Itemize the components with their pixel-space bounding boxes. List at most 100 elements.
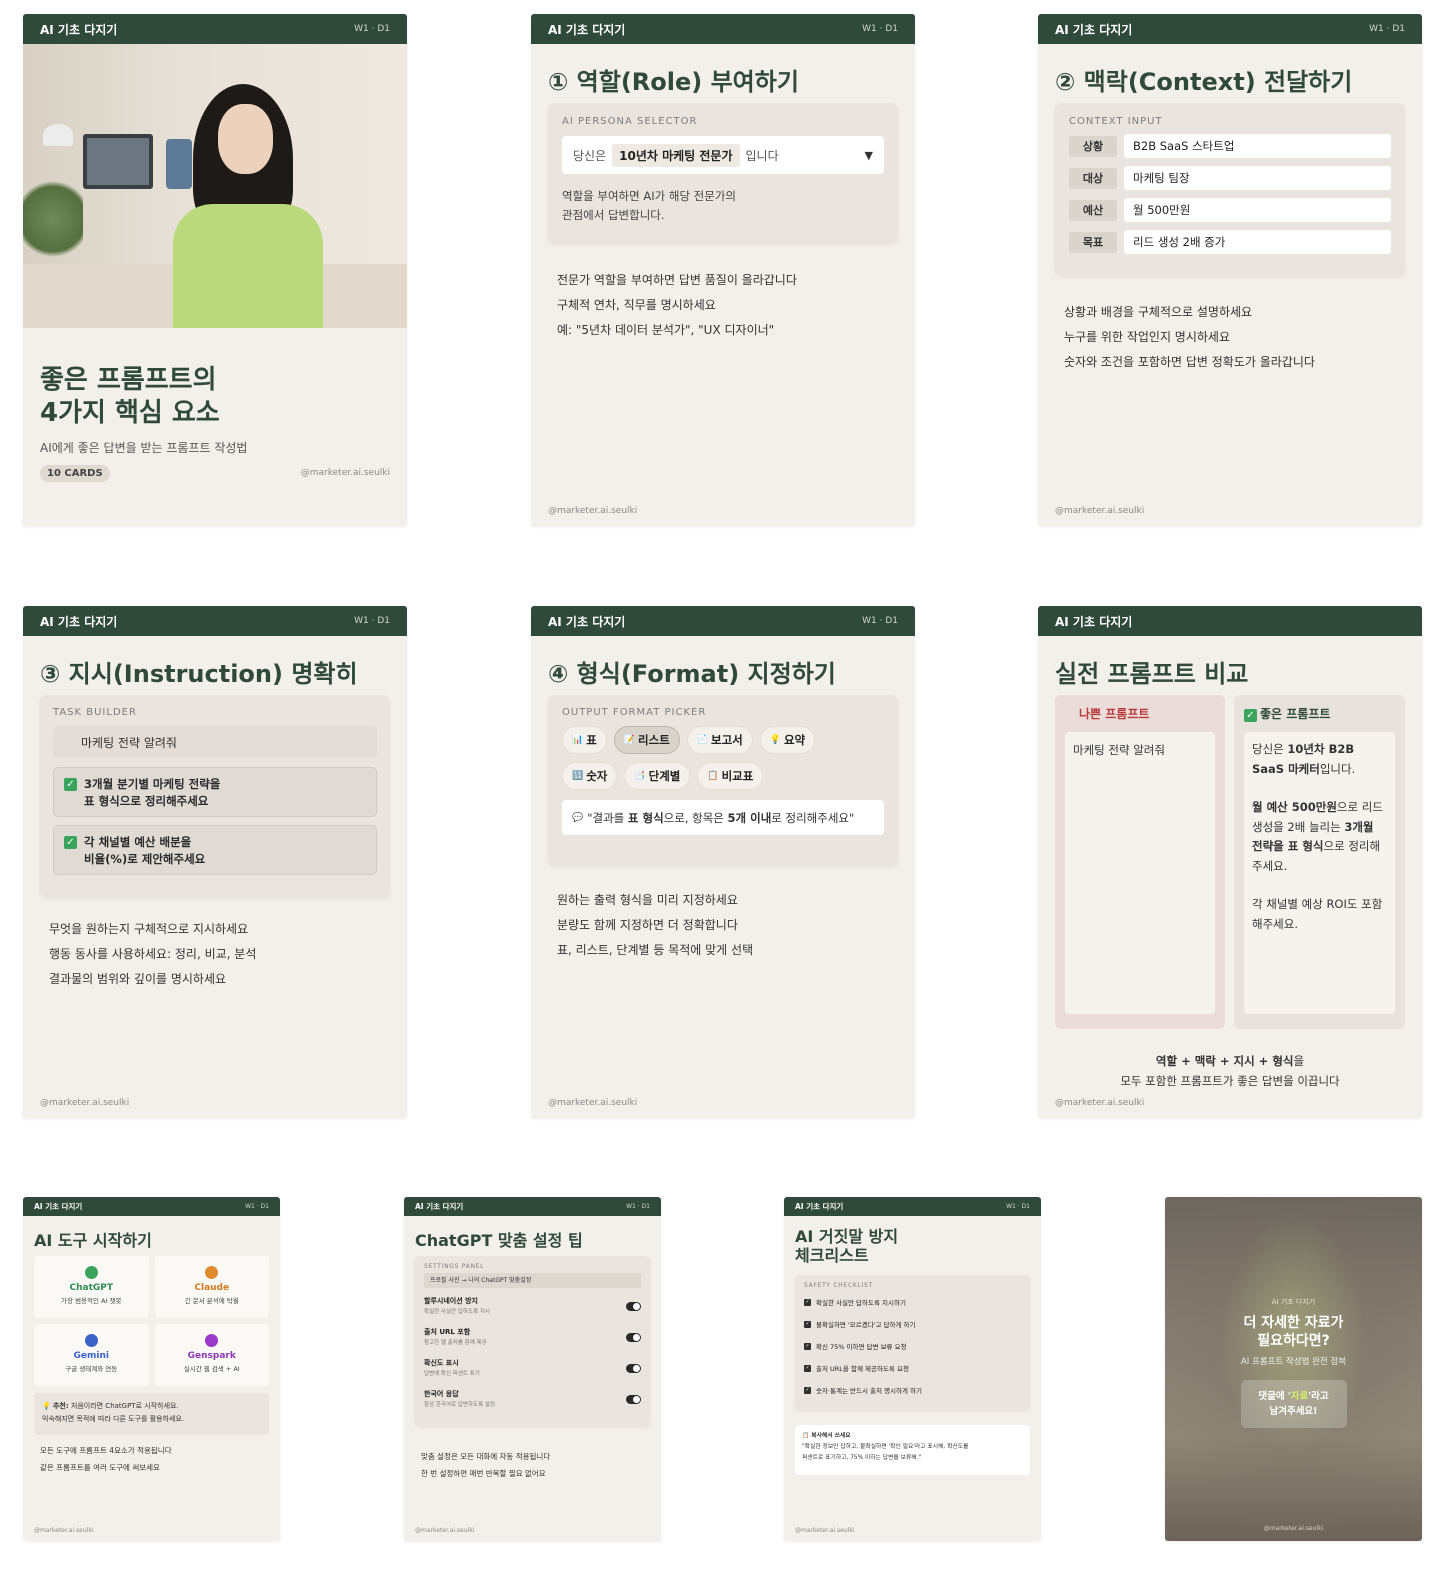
task-line: 비율(%)로 제안해주세요 xyxy=(84,852,206,866)
tips-list: 전문가 역할을 부여하면 답변 품질이 올라갑니다 구체적 연차, 직무를 명시… xyxy=(557,268,797,343)
check-item[interactable]: ✓ 숫자·통계는 반드시 출처 명시하게 하기 xyxy=(804,1379,1021,1401)
person-face xyxy=(218,104,273,174)
tool-icon xyxy=(205,1334,219,1347)
week-label: W1 · D1 xyxy=(1006,1203,1030,1210)
format-chip[interactable]: 📄 보고서 xyxy=(686,726,753,754)
settings-panel: SETTINGS PANEL 프로필 사진 → 나의 ChatGPT 맞춤설정 … xyxy=(415,1256,650,1426)
setting-desc: 참고한 웹 출처를 함께 제공 xyxy=(424,1340,487,1346)
tool-name: Genspark xyxy=(187,1351,236,1361)
copy-title: 📋 복사해서 쓰세요 xyxy=(802,1431,1023,1442)
tip: 같은 프롬프트를 여러 도구에 써보세요 xyxy=(40,1463,160,1472)
context-field-input[interactable]: 마케팅 팀장 xyxy=(1124,166,1391,190)
cover-subtitle: AI에게 좋은 답변을 받는 프롬프트 작성법 xyxy=(40,441,248,455)
checkbox-icon: ✓ xyxy=(804,1298,811,1306)
check-item[interactable]: ✓ 확실한 사실만 답하도록 지시하기 xyxy=(804,1291,1021,1313)
tool-card[interactable]: Gemini 구글 생태계와 연동 xyxy=(34,1324,149,1386)
speech-icon: 💬 xyxy=(572,812,584,823)
setting-name: 한국어 응답 xyxy=(424,1390,459,1398)
select-suffix: 입니다 xyxy=(745,148,779,163)
check-item[interactable]: ✓ 확신 75% 이하면 답변 보류 요청 xyxy=(804,1335,1021,1357)
copy-line[interactable]: "확실한 정보만 답하고, 불확실하면 '확인 필요'라고 표시해. 확신도를 xyxy=(802,1442,1023,1453)
context-input-panel: CONTEXT INPUT 상황 B2B SaaS 스타트업 대상 마케팅 팀장 예산 월… xyxy=(1055,103,1405,276)
panel-label: AI PERSONA SELECTOR xyxy=(562,116,698,127)
tool-name: Claude xyxy=(194,1283,230,1293)
context-field-input[interactable]: 리드 생성 2배 증가 xyxy=(1124,230,1391,254)
chip-icon: 🔢 xyxy=(572,771,584,781)
setting-name: 확신도 표시 xyxy=(424,1359,459,1367)
tip: 분량도 함께 지정하면 더 정확합니다 xyxy=(557,918,738,932)
task-item[interactable]: ✓ 3개월 분기별 마케팅 전략을 표 형식으로 정리해주세요 xyxy=(53,767,377,817)
plant xyxy=(23,174,83,264)
chip-icon: 📝 xyxy=(623,735,636,745)
task-item[interactable]: ✓ 각 채널별 예산 배분을 비율(%)로 제안해주세요 xyxy=(53,825,377,875)
compare-footer: 역할 + 맥락 + 지시 + 형식을 모두 포함한 프롬프트가 좋은 답변을 이… xyxy=(1038,1051,1422,1091)
context-field-label: 목표 xyxy=(1069,231,1117,253)
card-cta: AI 기초 다지기 더 자세한 자료가 필요하다면? AI 프롬프트 작성법 완… xyxy=(1165,1197,1422,1541)
settings-path: 프로필 사진 → 나의 ChatGPT 맞춤설정 xyxy=(424,1273,641,1288)
good-prompt-column: ✓ 좋은 프롬프트 당신은 10년차 B2B SaaS 마케터입니다. 월 예산 … xyxy=(1234,695,1405,1029)
cta-highlight: 자료 xyxy=(1290,1391,1309,1402)
chip-icon: 📑 xyxy=(634,771,646,781)
tool-desc: 가장 범용적인 AI 챗봇 xyxy=(61,1297,122,1305)
footer-line1: 역할 + 맥락 + 지시 + 형식을 xyxy=(1038,1051,1422,1071)
tool-icon xyxy=(84,1334,98,1347)
series-label: AI 기초 다지기 xyxy=(1055,614,1133,629)
context-field-row: 목표 리드 생성 2배 증가 xyxy=(1069,230,1391,254)
context-field-input[interactable]: B2B SaaS 스타트업 xyxy=(1124,134,1391,158)
format-chip[interactable]: 💡 요약 xyxy=(759,726,816,754)
handle: @marketer.ai.seulki xyxy=(40,1098,130,1108)
card-header: AI 기초 다지기 W1 · D1 xyxy=(23,606,407,636)
tips-list: 상황과 배경을 구체적으로 설명하세요 누구를 위한 작업인지 명시하세요 숫자… xyxy=(1064,300,1315,375)
cta-button[interactable]: 댓글에 '자료'라고 남겨주세요! xyxy=(1240,1380,1347,1428)
card-role: AI 기초 다지기 W1 · D1 ① 역할(Role) 부여하기 AI PERS… xyxy=(531,14,915,526)
format-chip[interactable]: 📝 리스트 xyxy=(613,726,680,754)
toggle-switch[interactable] xyxy=(626,1302,641,1311)
chip-row: 🔢 숫자 📑 단계별 📋 비교표 xyxy=(562,762,884,790)
tool-card[interactable]: Claude 긴 문서 분석에 탁월 xyxy=(154,1256,269,1318)
tip: 상황과 배경을 구체적으로 설명하세요 xyxy=(1064,305,1253,319)
toggle-switch[interactable] xyxy=(626,1395,641,1404)
tool-name: ChatGPT xyxy=(69,1283,113,1293)
title-line: 체크리스트 xyxy=(795,1246,869,1265)
week-label: W1 · D1 xyxy=(354,616,390,626)
card-cover: AI 기초 다지기 W1 · D1 좋은 프롬프트의 4가지 핵심 요소 AI에게… xyxy=(23,14,407,526)
context-field-input[interactable]: 월 500만원 xyxy=(1124,198,1391,222)
tool-card[interactable]: Genspark 실시간 웹 검색 + AI xyxy=(154,1324,269,1386)
chevron-down-icon: ▼ xyxy=(864,148,873,162)
card-title: 실전 프롬프트 비교 xyxy=(1055,660,1249,688)
tool-desc: 구글 생태계와 연동 xyxy=(65,1365,118,1373)
toggle-switch[interactable] xyxy=(626,1364,641,1373)
footer-bold: 역할 + 맥락 + 지시 + 형식 xyxy=(1155,1054,1294,1068)
week-label: W1 · D1 xyxy=(245,1203,269,1210)
good-text: 당신은 xyxy=(1252,742,1284,756)
check-item[interactable]: ✓ 불확실하면 '모르겠다'고 답하게 하기 xyxy=(804,1313,1021,1335)
copy-box: 📋 복사해서 쓰세요 "확실한 정보만 답하고, 불확실하면 '확인 필요'라고… xyxy=(795,1425,1030,1475)
copy-title-text: 복사해서 쓰세요 xyxy=(811,1433,851,1439)
format-chip[interactable]: 📑 단계별 xyxy=(624,762,691,790)
person-shirt xyxy=(173,204,323,328)
persona-select[interactable]: 당신은 10년차 마케팅 전문가 입니다 ▼ xyxy=(562,136,884,174)
card-title: ③ 지시(Instruction) 명확히 xyxy=(40,660,358,688)
check-icon: ✓ xyxy=(1244,709,1257,722)
handle: @marketer.ai.seulki xyxy=(1263,1525,1324,1532)
format-chip[interactable]: 📊 표 xyxy=(562,726,607,754)
cta-content: AI 기초 다지기 더 자세한 자료가 필요하다면? AI 프롬프트 작성법 완… xyxy=(1165,1297,1422,1428)
series-label: AI 기초 다지기 xyxy=(415,1202,464,1211)
tool-card[interactable]: ChatGPT 가장 범용적인 AI 챗봇 xyxy=(34,1256,149,1318)
setting-row: 한국어 응답 항상 한국어로 답변하도록 설정 xyxy=(424,1386,641,1417)
toggle-switch[interactable] xyxy=(626,1333,641,1342)
copy-line[interactable]: 퍼센트로 표기하고, 75% 이하는 답변을 보류해." xyxy=(802,1453,1023,1464)
tool-desc: 긴 문서 분석에 탁월 xyxy=(184,1297,239,1305)
card-settings: AI 기초 다지기 W1 · D1 ChatGPT 맞춤 설정 팁 SETTING… xyxy=(404,1197,661,1541)
vague-task[interactable]: 마케팅 전략 알려줘 xyxy=(53,726,377,758)
format-chip[interactable]: 📋 비교표 xyxy=(697,762,764,790)
cta-title: 더 자세한 자료가 필요하다면? xyxy=(1165,1314,1422,1350)
chip-icon: 📋 xyxy=(707,771,719,781)
check-item[interactable]: ✓ 출처 URL을 함께 제공하도록 요청 xyxy=(804,1357,1021,1379)
setting-name: 할루시네이션 방지 xyxy=(424,1297,478,1305)
task-line: 3개월 분기별 마케팅 전략을 xyxy=(84,777,221,791)
format-chip[interactable]: 🔢 숫자 xyxy=(562,762,618,790)
tip-bold: 추천: xyxy=(52,1402,69,1410)
cta-button-line: 댓글에 '자료'라고 xyxy=(1241,1389,1347,1404)
check-label: 확실한 사실만 답하도록 지시하기 xyxy=(816,1299,906,1307)
